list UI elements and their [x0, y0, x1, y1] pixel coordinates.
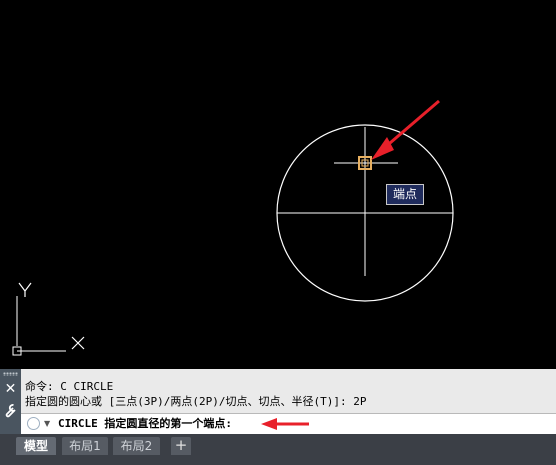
drawing-canvas[interactable]: 端点 — [0, 0, 556, 369]
layout-tab-bar: 模型 布局1 布局2 + — [0, 434, 556, 465]
ucs-icon — [12, 282, 85, 356]
command-input-line[interactable]: ▼ CIRCLE 指定圆直径的第一个端点: — [21, 413, 556, 434]
prompt-arrow — [261, 418, 309, 430]
add-layout-button[interactable]: + — [171, 437, 191, 455]
tab-model[interactable]: 模型 — [16, 437, 56, 455]
close-icon[interactable]: ✕ — [4, 382, 17, 396]
tab-layout2[interactable]: 布局2 — [113, 437, 160, 455]
command-history-line: 命令: C CIRCLE — [25, 380, 114, 393]
tab-layout1[interactable]: 布局1 — [62, 437, 108, 455]
chevron-down-icon[interactable]: ▼ — [44, 417, 50, 430]
command-window: ✕ 命令: C CIRCLE 指定圆的圆心或 [三点(3P)/两点(2P)/切点… — [0, 369, 556, 434]
command-history-icon[interactable] — [27, 417, 40, 430]
canvas-graphics — [12, 99, 454, 356]
command-window-handle[interactable]: ✕ — [0, 369, 21, 434]
command-history-line: 指定圆的圆心或 [三点(3P)/两点(2P)/切点、切点、半径(T)]: 2P — [25, 395, 367, 408]
command-prompt: CIRCLE 指定圆直径的第一个端点: — [58, 417, 232, 430]
wrench-icon[interactable] — [4, 403, 17, 418]
grip-dots[interactable] — [3, 372, 18, 376]
snap-tooltip: 端点 — [386, 184, 424, 205]
annotation-arrow — [371, 99, 440, 160]
